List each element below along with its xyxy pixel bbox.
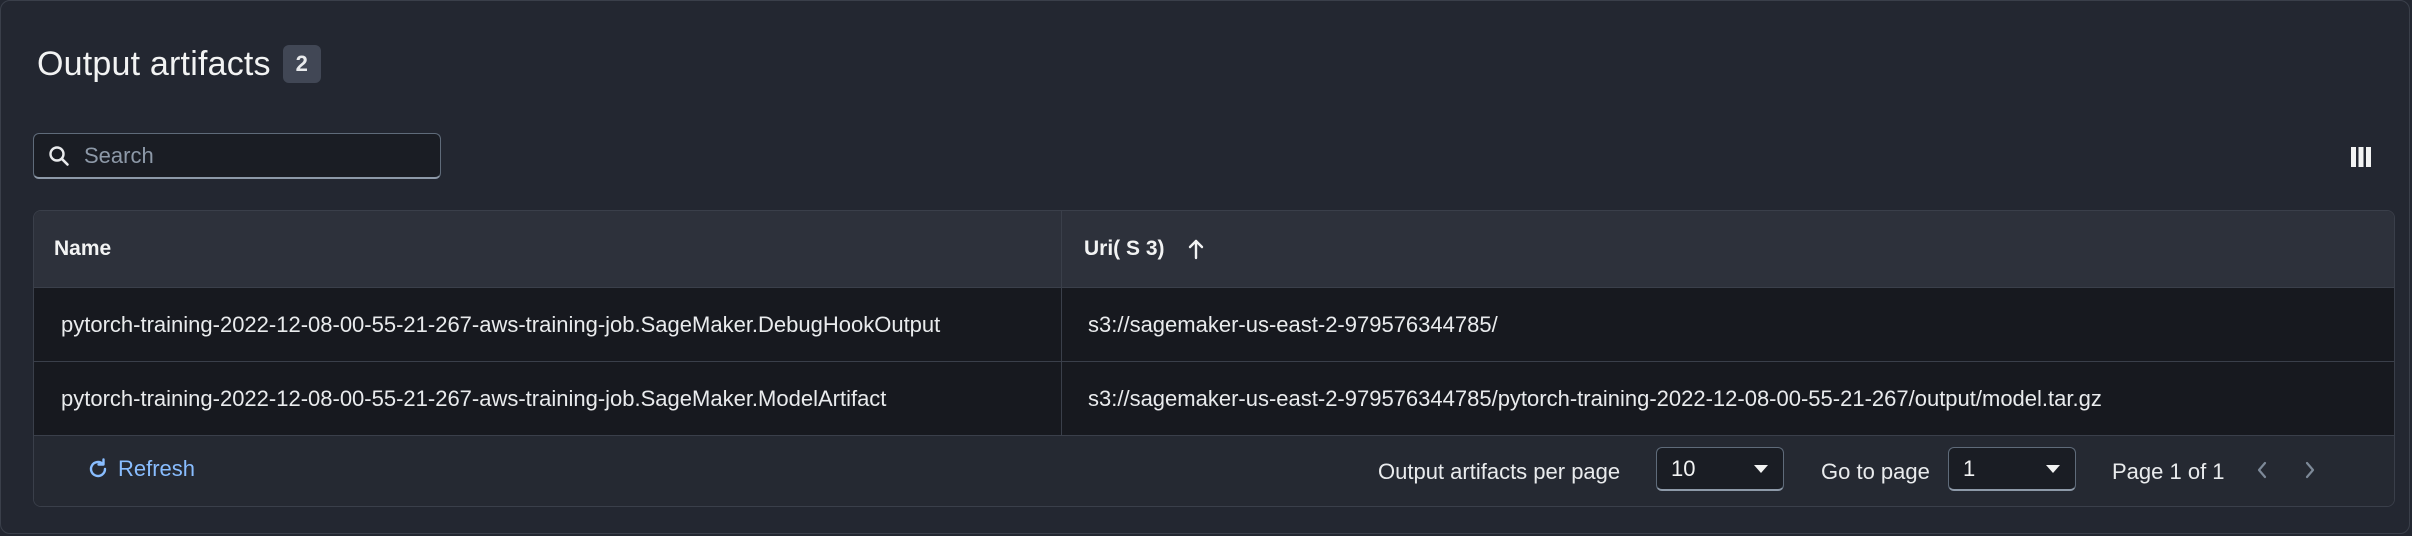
artifacts-table: Name Uri( S 3) pytorch-training-2022-12-… <box>33 210 2395 507</box>
search-icon <box>49 145 69 166</box>
caret-down-icon <box>2046 464 2060 473</box>
page-status: Page 1 of 1 <box>2112 459 2225 484</box>
column-header-name[interactable]: Name <box>34 211 1062 287</box>
cell-uri: s3://sagemaker-us-east-2-979576344785/py… <box>1088 385 2102 411</box>
panel-header: Output artifacts 2 <box>37 41 321 87</box>
cell-name: pytorch-training-2022-12-08-00-55-21-267… <box>34 362 1062 435</box>
per-page-select[interactable]: 10 <box>1656 447 1784 491</box>
go-to-page-value: 1 <box>1963 455 1976 481</box>
column-header-uri[interactable]: Uri( S 3) <box>1062 211 2394 287</box>
count-badge: 2 <box>282 45 321 83</box>
table-row[interactable]: pytorch-training-2022-12-08-00-55-21-267… <box>34 361 2394 435</box>
table-row[interactable]: pytorch-training-2022-12-08-00-55-21-267… <box>34 287 2394 361</box>
cell-name: pytorch-training-2022-12-08-00-55-21-267… <box>34 288 1062 361</box>
search-field[interactable] <box>33 133 441 179</box>
table-header-row: Name Uri( S 3) <box>34 211 2394 287</box>
cell-uri: s3://sagemaker-us-east-2-979576344785/ <box>1088 311 1498 337</box>
go-to-page-label: Go to page <box>1821 459 1930 484</box>
column-header-name-label: Name <box>54 237 112 260</box>
arrow-up-icon[interactable] <box>1187 238 1205 260</box>
refresh-button[interactable]: Refresh <box>86 456 195 482</box>
output-artifacts-panel: Output artifacts 2 Name Uri( S 3) <box>0 0 2410 534</box>
caret-down-icon <box>1754 464 1768 473</box>
refresh-icon <box>89 458 107 478</box>
go-to-page-select[interactable]: 1 <box>1948 447 2076 491</box>
chevron-left-icon[interactable] <box>2252 460 2272 480</box>
refresh-label: Refresh <box>118 456 196 481</box>
page-title: Output artifacts <box>37 44 271 83</box>
per-page-value: 10 <box>1671 455 1696 481</box>
search-input[interactable] <box>82 141 416 170</box>
chevron-right-icon[interactable] <box>2300 460 2320 480</box>
table-footer: Refresh Output artifacts per page 10 Go … <box>34 435 2394 506</box>
column-header-uri-label: Uri( S 3) <box>1084 237 1165 260</box>
columns-icon[interactable] <box>2349 145 2373 169</box>
per-page-label: Output artifacts per page <box>1378 459 1621 484</box>
